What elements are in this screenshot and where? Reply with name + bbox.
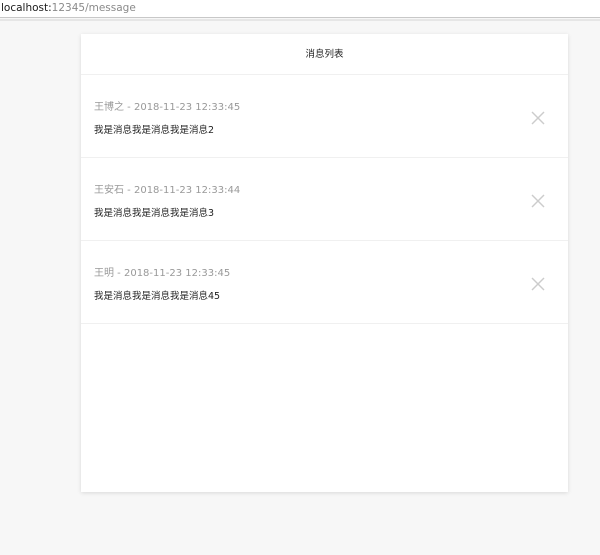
message-sender: 王博之: [94, 102, 124, 113]
message-content: 我是消息我是消息我是消息45: [94, 291, 221, 302]
message-item: 王博之 - 2018-11-23 12:33:45 我是消息我是消息我是消息2: [81, 75, 568, 158]
message-meta: 王明 - 2018-11-23 12:33:45: [94, 264, 230, 279]
message-item: 王安石 - 2018-11-23 12:33:44 我是消息我是消息我是消息3: [81, 158, 568, 241]
url-path: 12345/message: [51, 2, 136, 14]
message-list-panel: 消息列表 王博之 - 2018-11-23 12:33:45 我是消息我是消息我…: [81, 34, 568, 492]
address-bar[interactable]: localhost:12345/message: [0, 0, 600, 18]
address-bar-divider: [0, 19, 600, 21]
message-meta: 王安石 - 2018-11-23 12:33:44: [94, 181, 240, 196]
message-separator: -: [114, 268, 124, 279]
message-separator: -: [124, 185, 134, 196]
delete-message-button[interactable]: [531, 277, 545, 291]
url-host: localhost:: [1, 2, 52, 14]
message-item: 王明 - 2018-11-23 12:33:45 我是消息我是消息我是消息45: [81, 241, 568, 324]
close-icon: [531, 194, 545, 208]
message-content: 我是消息我是消息我是消息3: [94, 208, 215, 219]
message-sender: 王安石: [94, 185, 124, 196]
panel-title: 消息列表: [81, 34, 568, 75]
message-separator: -: [124, 102, 134, 113]
message-meta: 王博之 - 2018-11-23 12:33:45: [94, 98, 240, 113]
message-content: 我是消息我是消息我是消息2: [94, 125, 215, 136]
delete-message-button[interactable]: [531, 111, 545, 125]
message-time: 2018-11-23 12:33:44: [133, 185, 241, 196]
delete-message-button[interactable]: [531, 194, 545, 208]
message-time: 2018-11-23 12:33:45: [133, 102, 241, 113]
close-icon: [531, 277, 545, 291]
message-sender: 王明: [94, 268, 114, 279]
close-icon: [531, 111, 545, 125]
message-time: 2018-11-23 12:33:45: [123, 268, 231, 279]
